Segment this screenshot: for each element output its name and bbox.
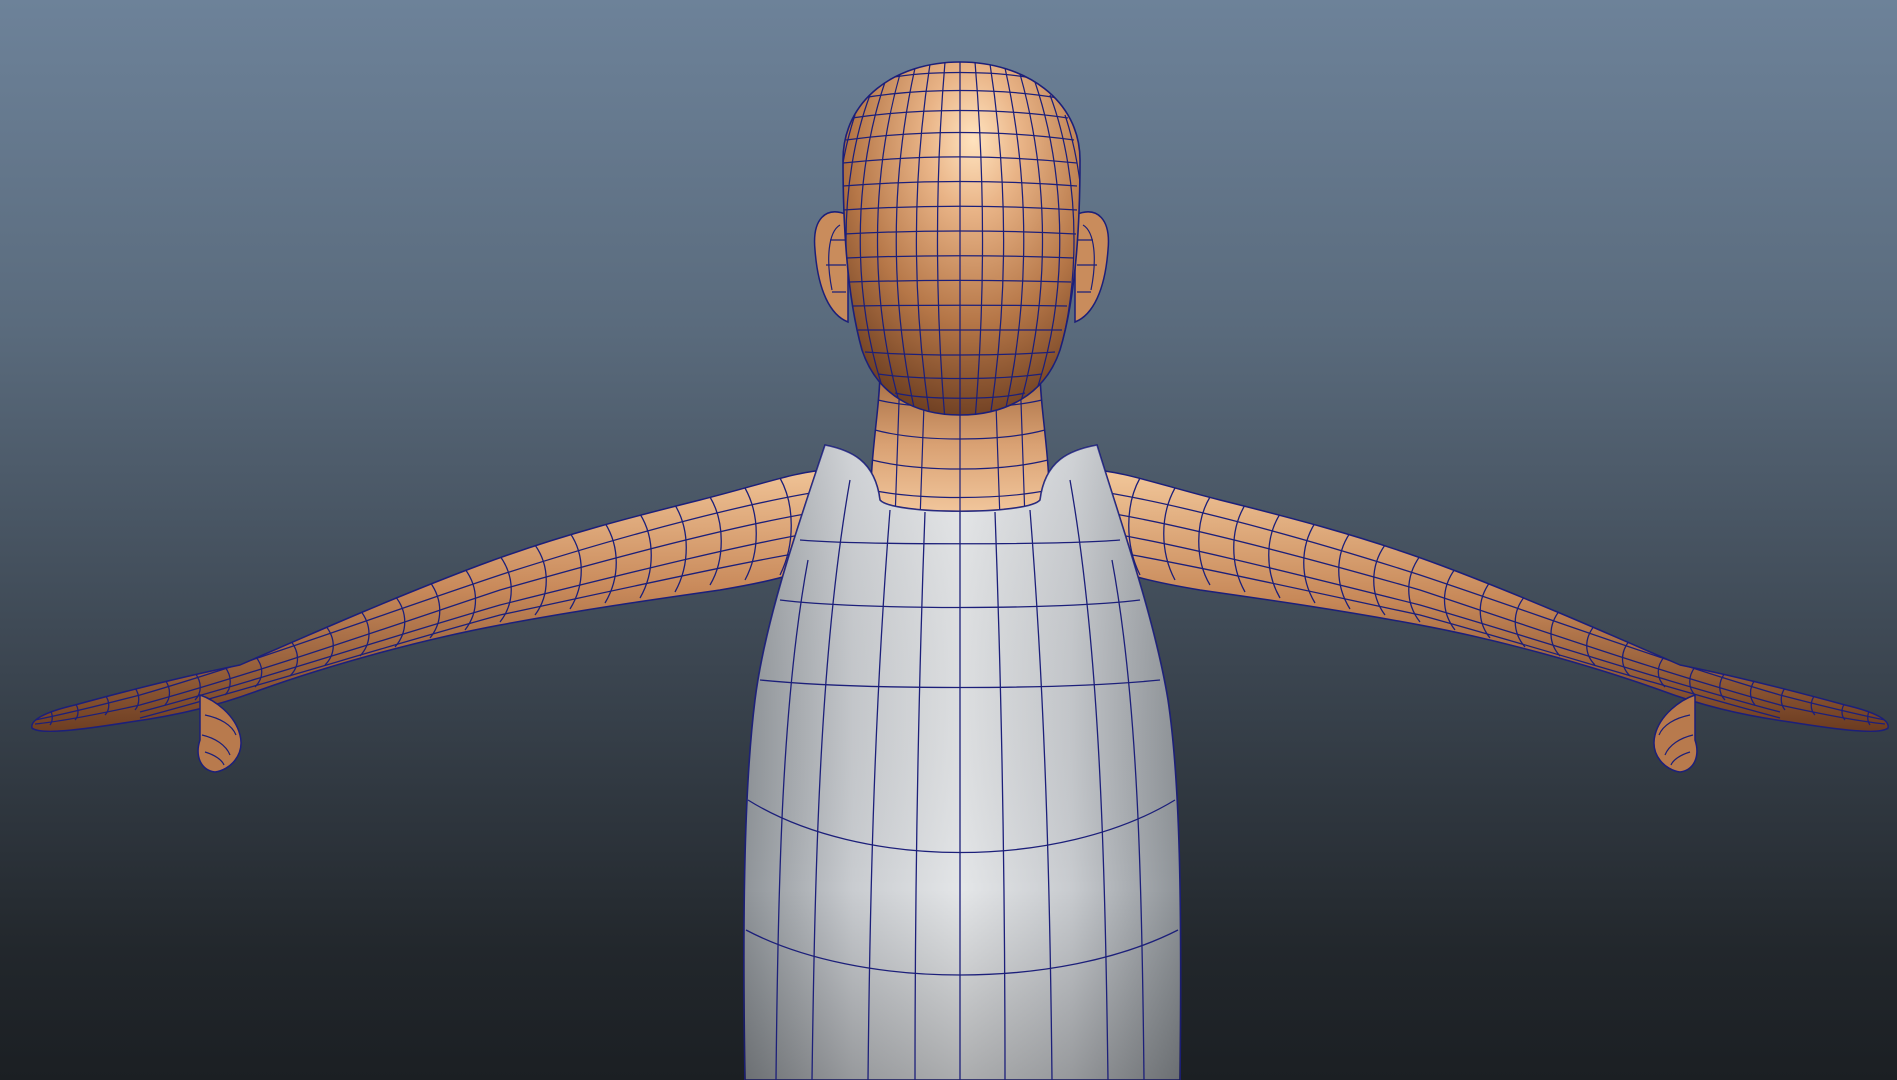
head-mesh[interactable] <box>837 60 1084 420</box>
right-arm-mesh[interactable] <box>1089 469 1889 773</box>
3d-viewport[interactable] <box>0 0 1897 1080</box>
shirt-mesh[interactable] <box>743 444 1182 1080</box>
left-ear-mesh <box>813 211 849 324</box>
scene-canvas[interactable] <box>0 0 1897 1080</box>
right-ear-mesh <box>1074 211 1110 324</box>
left-arm-mesh[interactable] <box>31 469 831 773</box>
